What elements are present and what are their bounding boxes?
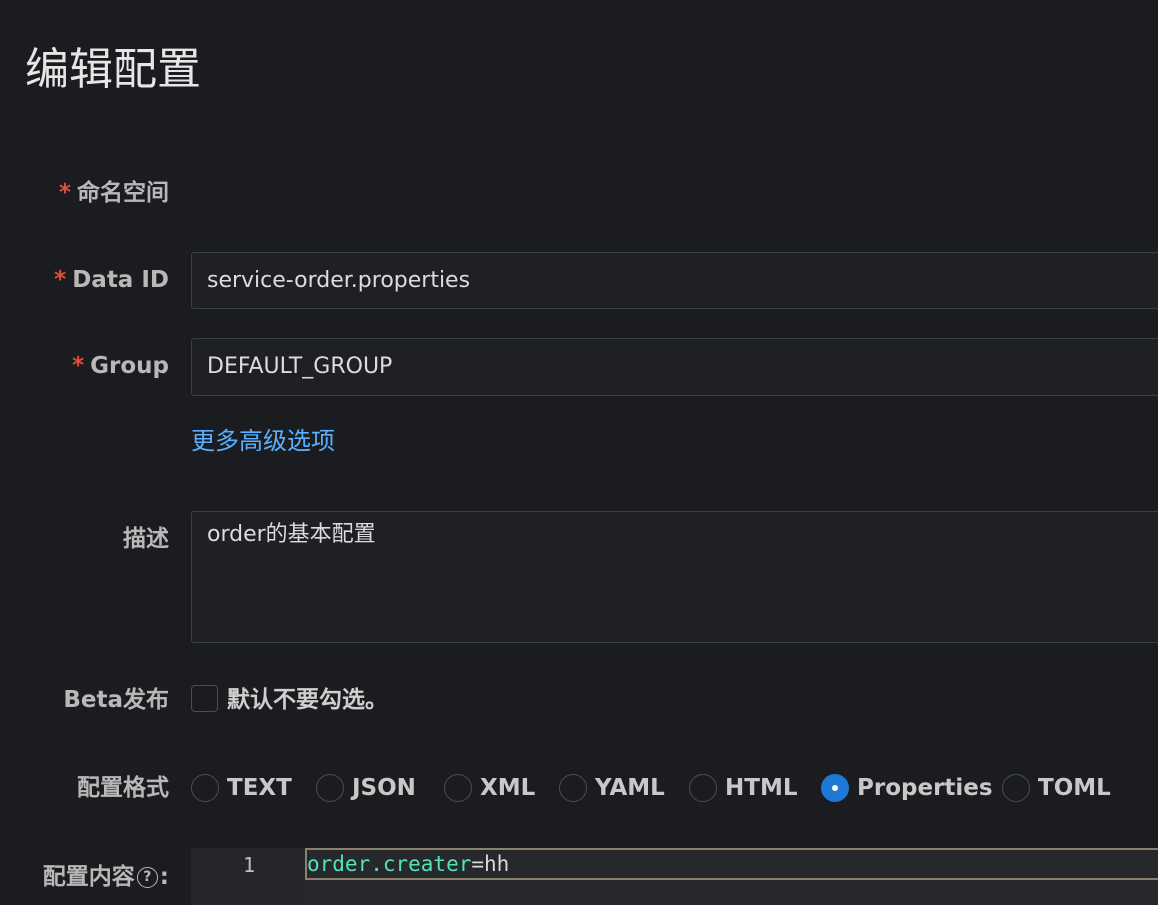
- group-label: * Group: [72, 351, 169, 381]
- beta-label: Beta发布: [63, 687, 169, 713]
- radio-yaml[interactable]: YAML: [559, 772, 665, 804]
- code-operator: =: [471, 852, 485, 876]
- radio-circle-icon: [689, 774, 717, 802]
- radio-label: HTML: [725, 775, 798, 801]
- radio-label: TEXT: [227, 775, 292, 801]
- page-title: 编辑配置: [25, 44, 201, 95]
- content-label: 配置内容?:: [43, 862, 169, 892]
- code-line[interactable]: order.creater=hh: [305, 848, 1158, 880]
- content-label-text: 配置内容: [42, 864, 135, 890]
- radio-html[interactable]: HTML: [689, 772, 797, 804]
- radio-toml[interactable]: TOML: [1002, 772, 1111, 804]
- radio-text[interactable]: TEXT: [191, 772, 292, 804]
- required-mark: *: [54, 267, 67, 293]
- radio-circle-icon: [559, 774, 587, 802]
- radio-label: YAML: [595, 775, 665, 801]
- data-id-input[interactable]: service-order.properties: [191, 252, 1158, 309]
- beta-checkbox[interactable]: [191, 685, 218, 712]
- namespace-label-text: 命名空间: [77, 180, 169, 206]
- description-label: 描述: [123, 526, 169, 552]
- beta-checkbox-label[interactable]: 默认不要勾选。: [227, 685, 388, 715]
- radio-label: XML: [480, 775, 536, 801]
- radio-xml[interactable]: XML: [444, 772, 535, 804]
- line-number: 1: [191, 848, 305, 905]
- data-id-label: * Data ID: [54, 265, 169, 295]
- advanced-options-link[interactable]: 更多高级选项: [191, 426, 335, 456]
- radio-label: TOML: [1038, 775, 1111, 801]
- required-mark: *: [58, 180, 71, 206]
- description-textarea[interactable]: order的基本配置: [191, 511, 1158, 643]
- namespace-label: * 命名空间: [59, 178, 169, 208]
- radio-label: Properties: [857, 775, 993, 801]
- radio-circle-icon: [191, 774, 219, 802]
- required-mark: *: [72, 353, 85, 379]
- radio-selected-icon: [821, 774, 849, 802]
- group-input[interactable]: DEFAULT_GROUP: [191, 338, 1158, 396]
- radio-json[interactable]: JSON: [316, 772, 416, 804]
- radio-circle-icon: [444, 774, 472, 802]
- code-editor[interactable]: 1 order.creater=hh: [191, 848, 1158, 905]
- code-key: order.creater: [307, 852, 472, 876]
- radio-circle-icon: [316, 774, 344, 802]
- code-value: hh: [484, 852, 510, 876]
- radio-properties[interactable]: Properties: [821, 772, 993, 804]
- data-id-label-text: Data ID: [72, 267, 169, 293]
- format-label: 配置格式: [77, 775, 169, 801]
- radio-circle-icon: [1002, 774, 1030, 802]
- group-label-text: Group: [90, 353, 169, 379]
- content-label-colon: :: [159, 864, 169, 890]
- help-icon[interactable]: ?: [136, 867, 158, 888]
- radio-label: JSON: [352, 775, 416, 801]
